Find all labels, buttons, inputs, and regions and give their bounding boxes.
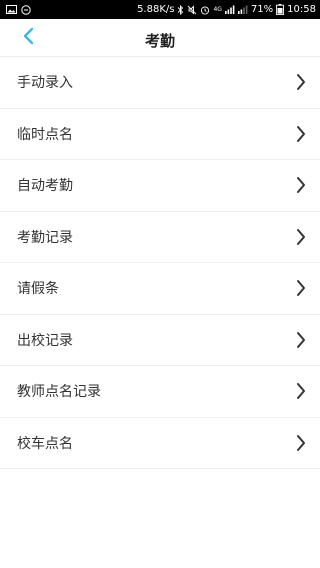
message-icon [21, 4, 31, 15]
menu-item-temporary-roll-call[interactable]: 临时点名 [0, 108, 320, 160]
chevron-right-icon [296, 125, 306, 143]
menu-item-leave-request[interactable]: 请假条 [0, 263, 320, 315]
nav-bar: 考勤 [0, 19, 320, 57]
chevron-right-icon [296, 382, 306, 400]
chevron-right-icon [296, 331, 306, 349]
page-title: 考勤 [144, 32, 175, 50]
chevron-right-icon [296, 279, 306, 297]
network-type: 4G [213, 6, 222, 13]
menu-item-school-bus-roll-call[interactable]: 校车点名 [0, 417, 320, 469]
menu-item-label: 考勤记录 [17, 229, 73, 246]
battery-percent: 71% [250, 4, 274, 15]
menu-item-label: 临时点名 [17, 126, 73, 143]
battery-icon [276, 4, 285, 15]
image-icon [6, 5, 17, 14]
chevron-right-icon [296, 176, 306, 194]
menu-item-label: 请假条 [17, 281, 59, 298]
menu-item-label: 校车点名 [17, 435, 73, 452]
menu-item-exit-records[interactable]: 出校记录 [0, 314, 320, 366]
chevron-right-icon [296, 434, 306, 452]
menu-item-label: 自动考勤 [17, 178, 73, 195]
signal-icon-2 [237, 5, 248, 14]
chevron-right-icon [296, 228, 306, 246]
clock: 10:58 [287, 4, 316, 15]
network-speed: 5.88K/s [137, 4, 175, 15]
mute-icon [187, 4, 197, 15]
status-right: 5.88K/s 4G 71% 10:58 [137, 0, 316, 19]
back-button[interactable] [14, 25, 42, 51]
menu-item-label: 出校记录 [17, 332, 73, 349]
menu-item-auto-attendance[interactable]: 自动考勤 [0, 160, 320, 212]
menu-item-teacher-roll-call-records[interactable]: 教师点名记录 [0, 366, 320, 418]
status-bar: 5.88K/s 4G 71% 10:58 [0, 0, 320, 19]
chevron-right-icon [296, 73, 306, 91]
signal-icon [224, 5, 235, 14]
menu-list: 手动录入 临时点名 自动考勤 考勤记录 请假条 出校记录 教师点名记录 校车点名 [0, 57, 320, 469]
menu-item-label: 教师点名记录 [17, 384, 101, 401]
menu-item-label: 手动录入 [17, 75, 73, 92]
menu-item-manual-entry[interactable]: 手动录入 [0, 57, 320, 109]
chevron-left-icon [21, 26, 35, 50]
menu-item-attendance-records[interactable]: 考勤记录 [0, 211, 320, 263]
bluetooth-icon [177, 4, 184, 15]
alarm-icon [200, 5, 210, 15]
status-left [6, 4, 31, 15]
